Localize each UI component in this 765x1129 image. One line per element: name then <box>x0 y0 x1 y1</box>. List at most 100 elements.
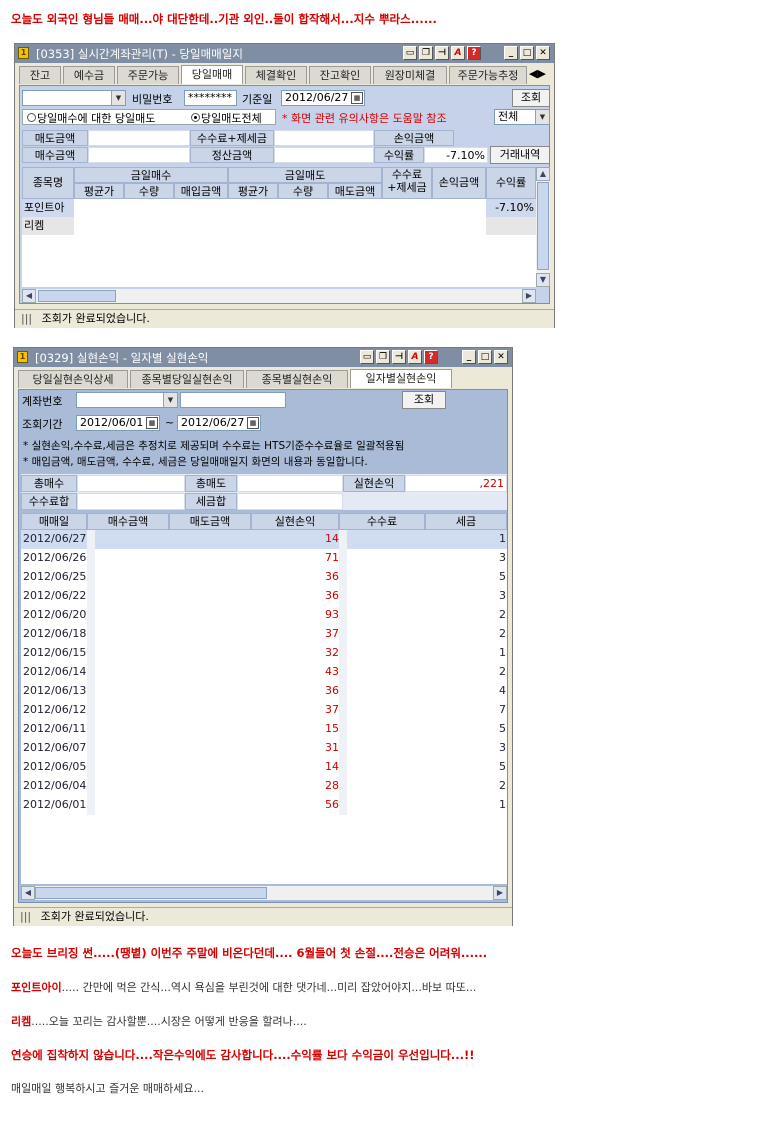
tab-deposit[interactable]: 예수금 <box>63 66 115 84</box>
calendar-icon[interactable]: ▦ <box>146 417 158 429</box>
table-row[interactable]: 2012/06/27 14 1 <box>21 530 507 549</box>
account-name-field[interactable] <box>180 392 286 408</box>
hscroll-thumb[interactable] <box>35 887 267 899</box>
filter-select[interactable]: 전체 ▼ <box>494 109 550 125</box>
table-row[interactable]: 2012/06/18 37 2 <box>21 625 507 644</box>
status-text: 조회가 완료되었습니다. <box>40 910 149 923</box>
table-row[interactable]: 포인트아 <box>22 199 74 217</box>
vertical-scrollbar[interactable]: ▲ ▼ <box>536 167 550 287</box>
minimize-icon[interactable]: _ <box>462 350 476 364</box>
query-button[interactable]: 조회 <box>402 391 446 409</box>
scroll-left-icon[interactable]: ◀ <box>22 289 36 303</box>
post-outro-richem: 리켐.....오늘 꼬리는 감사할뿐....시장은 어떻게 반응을 할려나...… <box>11 1013 307 1029</box>
maximize-icon[interactable]: □ <box>520 46 534 60</box>
row-date: 2012/06/18 <box>23 627 87 640</box>
row-date: 2012/06/13 <box>23 684 87 697</box>
row-tax: 5 <box>499 570 506 583</box>
tab-orderable-estimate[interactable]: 주문가능추정 <box>449 66 527 84</box>
tab-balance[interactable]: 잔고 <box>19 66 61 84</box>
row-realized-pl: 14 <box>325 760 339 773</box>
row-tax: 1 <box>499 532 506 545</box>
tab-stock-daily[interactable]: 종목별당일실현손익 <box>130 370 244 388</box>
font-icon[interactable]: A <box>451 46 465 60</box>
tab-fill-check[interactable]: 체결확인 <box>245 66 307 84</box>
font-icon[interactable]: A <box>408 350 422 364</box>
scroll-left-icon[interactable]: ◀ <box>21 886 35 900</box>
account-label: 계좌번호 <box>22 395 63 408</box>
horizontal-scrollbar[interactable]: ◀ ▶ <box>21 886 507 900</box>
row-realized-pl: 32 <box>325 646 339 659</box>
date-from-input[interactable]: 2012/06/01 ▦ <box>76 415 160 431</box>
total-buy-value <box>77 475 185 492</box>
help-icon[interactable]: ? <box>467 46 481 60</box>
tab-orderable[interactable]: 주문가능 <box>117 66 179 84</box>
col-buy-amount: 매수금액 <box>87 513 169 530</box>
table-row[interactable]: 리켐 <box>22 217 74 235</box>
realized-value: ,221 <box>405 475 507 492</box>
table-row[interactable]: 2012/06/05 14 5 <box>21 758 507 777</box>
history-button[interactable]: 거래내역 <box>490 146 550 164</box>
account-select[interactable]: ▼ <box>22 90 126 106</box>
tab-daily-trade[interactable]: 당일매매 <box>181 65 243 84</box>
hscroll-thumb[interactable] <box>38 290 116 302</box>
row-rate-empty <box>486 217 536 235</box>
scroll-right-icon[interactable]: ▶ <box>493 886 507 900</box>
realized-pl-window: 1 [0329] 실현손익 - 일자별 실현손익 ▭ ❐ ⊣ A ? _ □ ✕… <box>13 347 513 926</box>
link-icon[interactable]: ▭ <box>403 46 417 60</box>
table-row[interactable]: 2012/06/14 43 2 <box>21 663 507 682</box>
radio-sell-all[interactable] <box>191 113 200 122</box>
title-bar[interactable]: 1 [0353] 실시간계좌관리(T) - 당일매매일지 ▭ ❐ ⊣ A ? _… <box>15 44 554 63</box>
tax-sum-value <box>237 493 343 510</box>
title-bar[interactable]: 1 [0329] 실현손익 - 일자별 실현손익 ▭ ❐ ⊣ A ? _ □ ✕ <box>14 348 512 367</box>
pin-icon[interactable]: ⊣ <box>392 350 406 364</box>
tab-balance-check[interactable]: 잔고확인 <box>309 66 371 84</box>
account-select[interactable]: ▼ <box>76 392 178 408</box>
row-realized-pl: 14 <box>325 532 339 545</box>
row-date: 2012/06/01 <box>23 798 87 811</box>
date-to-input[interactable]: 2012/06/27 ▦ <box>177 415 261 431</box>
table-row[interactable]: 2012/06/04 28 2 <box>21 777 507 796</box>
scroll-up-icon[interactable]: ▲ <box>536 167 550 181</box>
radio-buy-sell[interactable] <box>27 113 36 122</box>
close-icon[interactable]: ✕ <box>494 350 508 364</box>
table-row[interactable]: 2012/06/15 32 1 <box>21 644 507 663</box>
close-icon[interactable]: ✕ <box>536 46 550 60</box>
calendar-icon[interactable]: ▦ <box>247 417 259 429</box>
copy-icon[interactable]: ❐ <box>376 350 390 364</box>
table-row[interactable]: 2012/06/07 31 3 <box>21 739 507 758</box>
date-input[interactable]: 2012/06/27 ▦ <box>281 90 365 106</box>
period-separator: ~ <box>165 416 175 429</box>
row-tax: 3 <box>499 741 506 754</box>
minimize-icon[interactable]: _ <box>504 46 518 60</box>
scroll-right-icon[interactable]: ▶ <box>522 289 536 303</box>
tab-daily-detail[interactable]: 당일실현손익상세 <box>18 370 128 388</box>
table-row[interactable]: 2012/06/20 93 2 <box>21 606 507 625</box>
scroll-down-icon[interactable]: ▼ <box>536 273 550 287</box>
table-row[interactable]: 2012/06/25 36 5 <box>21 568 507 587</box>
table-row[interactable]: 2012/06/11 15 5 <box>21 720 507 739</box>
password-input[interactable]: ******** <box>184 90 237 106</box>
tab-scroll-arrows[interactable]: ◀▶ <box>529 67 551 83</box>
tab-date-realized[interactable]: 일자별실현손익 <box>350 369 452 388</box>
query-button[interactable]: 조회 <box>512 89 550 107</box>
maximize-icon[interactable]: □ <box>478 350 492 364</box>
pin-icon[interactable]: ⊣ <box>435 46 449 60</box>
link-icon[interactable]: ▭ <box>360 350 374 364</box>
copy-icon[interactable]: ❐ <box>419 46 433 60</box>
tab-stock-realized[interactable]: 종목별실현손익 <box>246 370 348 388</box>
tab-unfilled[interactable]: 원장미체결 <box>373 66 447 84</box>
grip-icon: ||| <box>21 312 33 325</box>
table-row[interactable]: 2012/06/12 37 7 <box>21 701 507 720</box>
row-date: 2012/06/20 <box>23 608 87 621</box>
help-icon[interactable]: ? <box>424 350 438 364</box>
calendar-icon[interactable]: ▦ <box>351 92 363 104</box>
table-row[interactable]: 2012/06/01 56 1 <box>21 796 507 815</box>
row-realized-pl: 71 <box>325 551 339 564</box>
horizontal-scrollbar[interactable]: ◀ ▶ <box>22 289 536 303</box>
scroll-thumb[interactable] <box>537 182 549 270</box>
table-row[interactable]: 2012/06/26 71 3 <box>21 549 507 568</box>
row-date: 2012/06/05 <box>23 760 87 773</box>
table-row[interactable]: 2012/06/13 36 4 <box>21 682 507 701</box>
tab-strip: 잔고 예수금 주문가능 당일매매 체결확인 잔고확인 원장미체결 주문가능추정 … <box>19 65 551 85</box>
table-row[interactable]: 2012/06/22 36 3 <box>21 587 507 606</box>
